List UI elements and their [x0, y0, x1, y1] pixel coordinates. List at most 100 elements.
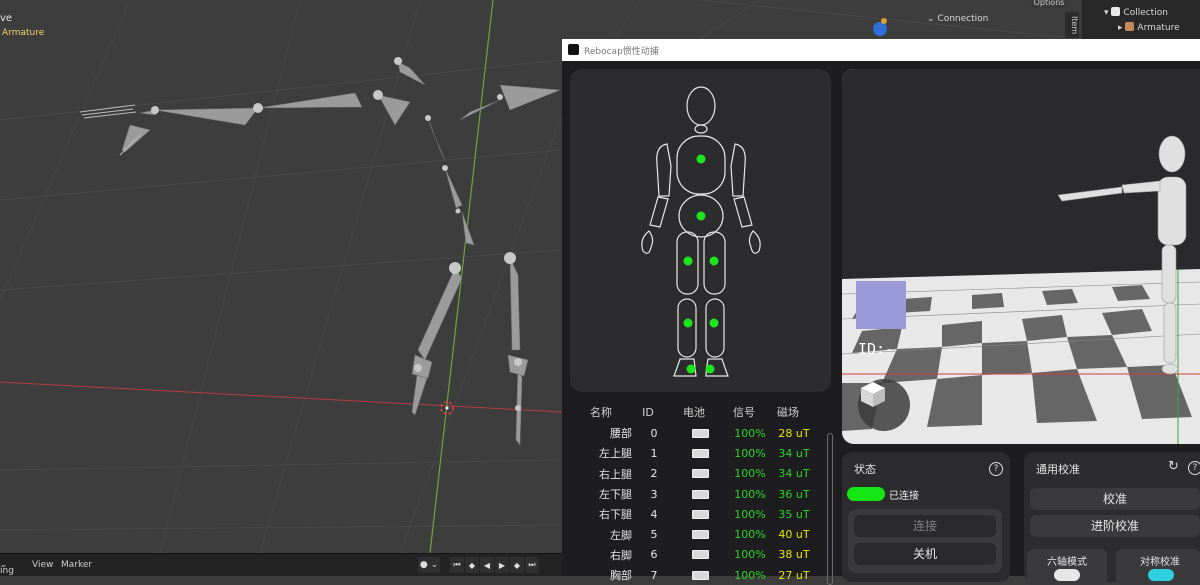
- signal-value: 100%: [734, 548, 766, 562]
- menu-marker[interactable]: Marker: [61, 560, 92, 570]
- view-cube-button[interactable]: [858, 379, 910, 431]
- six-axis-toggle[interactable]: [1054, 569, 1080, 581]
- connection-indicator: [847, 487, 885, 501]
- shutdown-button[interactable]: 关机: [854, 543, 996, 565]
- mag-value: 40 uT: [778, 528, 810, 542]
- sensor-id: 5: [650, 528, 658, 542]
- battery-icon: [691, 530, 709, 540]
- x-axis-line: [0, 381, 563, 413]
- y-axis-line: [429, 0, 494, 554]
- battery-icon: [691, 550, 709, 560]
- battery-icon: [691, 448, 709, 458]
- table-body: 腰部 0 100% 28 uT 左上腿 1 100% 34 uT 右上腿 2 100% 34 uT 左下…: [570, 423, 832, 585]
- table-row[interactable]: 胸部 7 100% 27 uT: [570, 565, 832, 585]
- help-icon[interactable]: ?: [989, 462, 1003, 476]
- symmetric-toggle[interactable]: [1148, 569, 1174, 581]
- item-tab[interactable]: Item: [1065, 12, 1079, 38]
- battery-cell: [670, 448, 730, 458]
- sensor-id: 2: [650, 467, 658, 481]
- menu-view[interactable]: View: [32, 560, 53, 570]
- playback-controls: ⏮ ◆ ◀ ▶ ◆ ⏭: [450, 557, 539, 573]
- chevron-right-icon: ▸: [1118, 23, 1123, 33]
- table-row[interactable]: 右上腿 2 100% 34 uT: [570, 464, 832, 484]
- record-button[interactable]: ● ⌄: [418, 557, 440, 573]
- mode-label: ve: [0, 13, 13, 24]
- mag-value: 28 uT: [778, 426, 810, 440]
- prev-keyframe-icon[interactable]: ◆: [465, 557, 479, 573]
- table-row[interactable]: 左下腿 3 100% 36 uT: [570, 484, 832, 504]
- outliner-collection-row[interactable]: ▾ Collection: [1104, 7, 1168, 18]
- table-row[interactable]: 右脚 6 100% 38 uT: [570, 545, 832, 565]
- col-mag: 磁场: [777, 406, 799, 419]
- refresh-icon[interactable]: ↻: [1168, 459, 1179, 474]
- col-signal: 信号: [733, 406, 755, 419]
- signal-value: 100%: [734, 446, 766, 460]
- sensor-name: 右脚: [610, 548, 632, 562]
- sensor-id: 4: [650, 507, 658, 521]
- sensor-id: 1: [650, 446, 658, 460]
- mag-value: 34 uT: [778, 446, 810, 460]
- calibrate-button[interactable]: 校准: [1030, 488, 1200, 510]
- table-row[interactable]: 左脚 5 100% 40 uT: [570, 524, 832, 544]
- armature-icon: [1125, 22, 1135, 31]
- status-card: 状态 ? 已连接 连接 关机: [842, 452, 1010, 582]
- menu-playback[interactable]: ing ⌄: [0, 560, 14, 576]
- signal-value: 100%: [734, 568, 766, 582]
- jump-start-icon[interactable]: ⏮: [450, 557, 464, 573]
- sensor-dots: [683, 154, 719, 374]
- connection-status: 已连接: [889, 491, 919, 502]
- status-title: 状态: [854, 463, 876, 476]
- sensor-name: 腰部: [610, 427, 632, 441]
- options-button[interactable]: Options: [1030, 0, 1068, 8]
- advanced-calibrate-button[interactable]: 进阶校准: [1030, 515, 1200, 537]
- outliner-armature-row[interactable]: ▸ Armature: [1118, 22, 1180, 33]
- connect-button[interactable]: 连接: [854, 515, 996, 537]
- help-icon[interactable]: ?: [1188, 461, 1200, 475]
- sensor-id: 3: [650, 487, 658, 501]
- sensor-id-label: ID:-: [858, 340, 895, 358]
- calibration-title: 通用校准: [1036, 463, 1080, 476]
- mag-value: 38 uT: [778, 548, 810, 562]
- signal-value: 100%: [734, 426, 766, 440]
- symmetric-label: 对称校准: [1140, 557, 1180, 568]
- sensor-id: 6: [650, 548, 658, 562]
- connection-label: Connection: [937, 14, 989, 24]
- battery-icon: [691, 509, 709, 519]
- sensor-name: 胸部: [610, 569, 632, 583]
- rebocap-window: Rebocap惯性动捕 ID:- 名称 ID 电池 信号 磁场 腰部 0 100…: [562, 39, 1200, 585]
- battery-cell: [670, 530, 730, 540]
- sensor-id: 0: [650, 426, 658, 440]
- calibration-card: 通用校准 ↻ ? 校准 进阶校准 六轴模式 对称校准: [1024, 452, 1200, 585]
- table-row[interactable]: 右下腿 4 100% 35 uT: [570, 504, 832, 524]
- play-reverse-icon[interactable]: ◀: [480, 557, 494, 573]
- table-row[interactable]: 左上腿 1 100% 34 uT: [570, 443, 832, 463]
- battery-icon: [691, 489, 709, 499]
- six-axis-label: 六轴模式: [1047, 557, 1087, 568]
- window-title: Rebocap惯性动捕: [584, 47, 659, 57]
- table-row[interactable]: 腰部 0 100% 28 uT: [570, 423, 832, 443]
- signal-value: 100%: [734, 467, 766, 481]
- six-axis-box: 六轴模式: [1027, 549, 1107, 585]
- battery-icon: [691, 570, 709, 580]
- window-titlebar[interactable]: Rebocap惯性动捕: [562, 39, 1200, 61]
- battery-cell: [670, 428, 730, 438]
- play-icon[interactable]: ▶: [495, 557, 509, 573]
- battery-icon: [691, 469, 709, 479]
- col-id: ID: [642, 405, 654, 419]
- jump-end-icon[interactable]: ⏭: [525, 557, 539, 573]
- collection-icon: [1111, 7, 1121, 16]
- sensor-name: 左下腿: [599, 488, 632, 502]
- battery-cell: [670, 469, 730, 479]
- signal-value: 100%: [734, 507, 766, 521]
- table-scrollbar[interactable]: [827, 433, 833, 585]
- col-battery: 电池: [683, 406, 705, 419]
- symmetric-box: 对称校准: [1116, 549, 1200, 585]
- chevron-down-icon: ▾: [1104, 8, 1109, 18]
- scene-preview[interactable]: ID:-: [842, 69, 1200, 444]
- next-keyframe-icon[interactable]: ◆: [510, 557, 524, 573]
- col-name: 名称: [590, 406, 612, 419]
- battery-cell: [670, 509, 730, 519]
- mag-value: 34 uT: [778, 467, 810, 481]
- app-icon: [568, 44, 579, 55]
- connection-panel-header[interactable]: ⌄ Connection: [927, 14, 988, 24]
